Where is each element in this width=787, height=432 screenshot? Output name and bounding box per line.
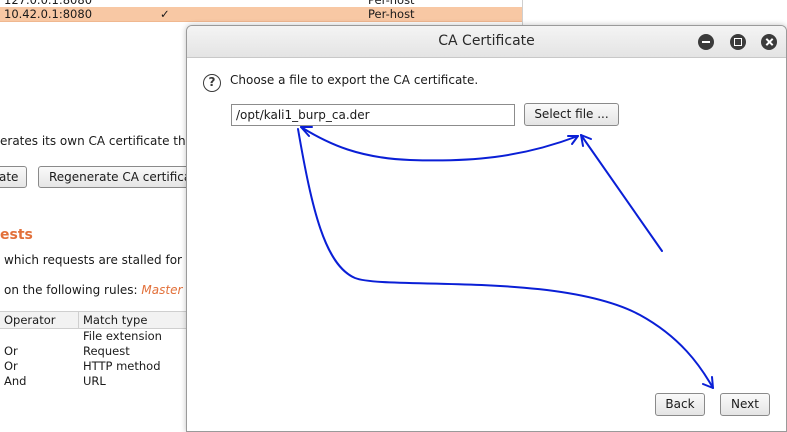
rule-operator: Or [4,359,18,373]
file-path-input[interactable] [231,104,515,126]
rule-operator: Or [4,344,18,358]
rule-operator: And [4,374,27,388]
import-export-ca-button[interactable]: ate [0,166,27,188]
maximize-icon[interactable] [730,34,746,50]
dialog-prompt: Choose a file to export the CA certifica… [230,73,479,87]
listener-interface: 10.42.0.1:8080 [4,7,93,21]
rule-match-type: URL [83,374,106,388]
close-icon[interactable] [761,34,777,50]
intercept-rules-table: Operator Match type File extension Or Re… [0,311,200,389]
rules-prefix: on the following rules: [4,283,138,297]
rule-match-type: Request [83,344,130,358]
table-edge-divider [522,0,523,25]
rule-match-type: HTTP method [83,359,161,373]
table-row[interactable]: Or Request [0,344,200,359]
table-row[interactable]: Or HTTP method [0,359,200,374]
table-header-row: Operator Match type [0,311,200,329]
intercept-section-description: which requests are stalled for vi [4,253,197,267]
regenerate-ca-button[interactable]: Regenerate CA certifica [38,166,198,188]
table-row[interactable]: File extension [0,329,200,344]
table-row[interactable]: And URL [0,374,200,389]
intercept-section-title: ests [0,227,33,243]
ca-certificate-dialog: CA Certificate ? Choose a file to export… [186,25,787,432]
intercept-rules-line: on the following rules: Master in [4,283,197,297]
ca-description-text: erates its own CA certificate that [0,134,198,148]
column-header-match-type[interactable]: Match type [78,312,147,329]
listener-row-selected[interactable]: 10.42.0.1:8080 ✓ Per-host [0,7,522,22]
select-file-button[interactable]: Select file ... [524,103,619,126]
minimize-icon[interactable] [698,34,714,50]
next-button[interactable]: Next [720,393,770,416]
listener-certificate: Per-host [368,7,415,21]
listener-running-check[interactable]: ✓ [160,7,170,22]
rule-match-type: File extension [83,329,162,343]
back-button[interactable]: Back [655,393,705,416]
dialog-titlebar[interactable]: CA Certificate [187,26,786,58]
column-header-operator[interactable]: Operator [4,312,55,329]
dialog-title: CA Certificate [438,33,535,49]
help-question-icon: ? [203,74,221,92]
